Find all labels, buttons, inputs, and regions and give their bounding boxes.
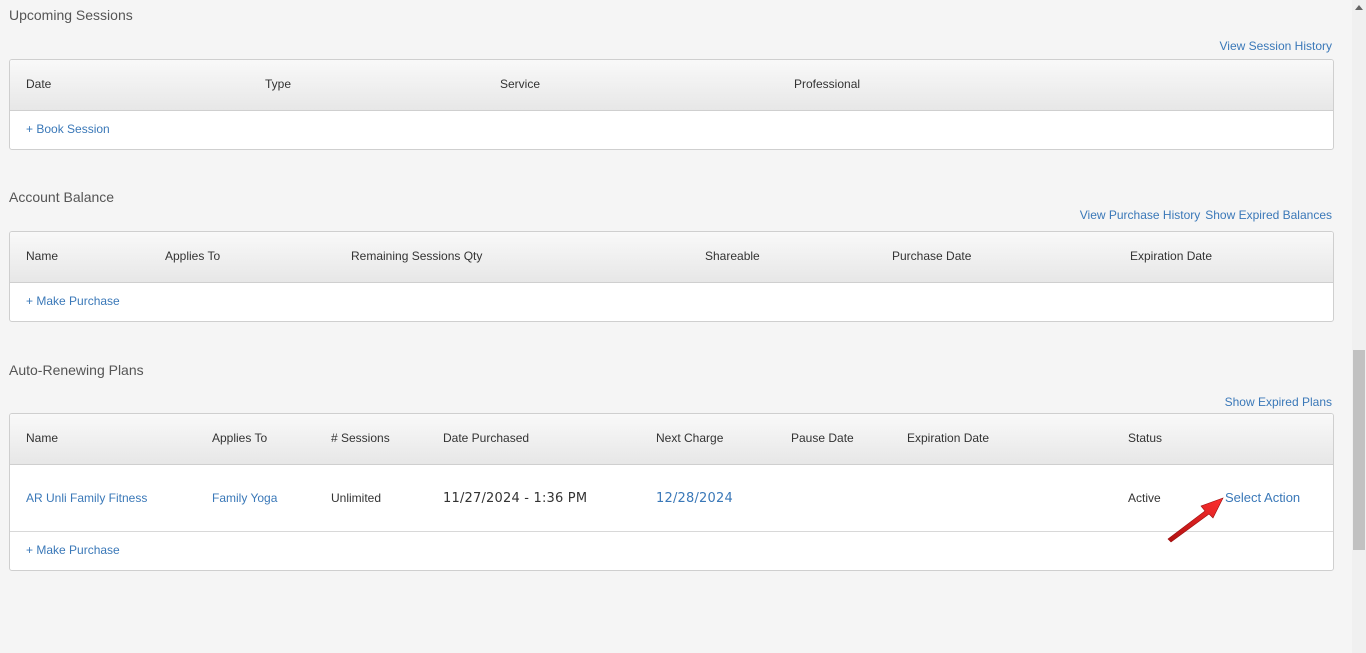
show-expired-balances-link[interactable]: Show Expired Balances [1205, 208, 1332, 222]
select-action-button[interactable]: Select Action [1225, 490, 1300, 505]
make-purchase-link[interactable]: + Make Purchase [26, 543, 120, 557]
col-applies-to: Applies To [212, 431, 268, 445]
client-profile-page: Upcoming Sessions View Session History D… [0, 0, 1366, 653]
col-next-charge: Next Charge [656, 431, 724, 445]
book-session-link[interactable]: + Book Session [26, 122, 110, 136]
vertical-scrollbar[interactable] [1352, 0, 1366, 653]
col-pause-date: Pause Date [791, 431, 854, 445]
upcoming-sessions-title: Upcoming Sessions [9, 7, 133, 23]
col-professional: Professional [794, 77, 861, 91]
col-type: Type [265, 77, 292, 91]
account-balance-links: View Purchase History Show Expired Balanc… [1080, 208, 1332, 222]
col-purchase-date: Purchase Date [892, 249, 972, 263]
col-remaining-sessions: Remaining Sessions Qty [351, 249, 483, 263]
plan-name-link[interactable]: AR Unli Family Fitness [26, 491, 147, 505]
view-session-history-link[interactable]: View Session History [1220, 39, 1333, 53]
auto-renewing-plans-panel: Name Applies To # Sessions Date Purchase… [9, 413, 1334, 571]
upcoming-sessions-footer: + Book Session [10, 111, 1333, 149]
show-expired-plans-link[interactable]: Show Expired Plans [1225, 395, 1332, 409]
make-purchase-link[interactable]: + Make Purchase [26, 294, 120, 308]
sessions-value: Unlimited [331, 491, 382, 505]
col-expiration-date: Expiration Date [1130, 249, 1213, 263]
auto-renewing-plans-title: Auto-Renewing Plans [9, 362, 144, 378]
scroll-up-arrow-icon[interactable] [1355, 5, 1363, 10]
col-date: Date [26, 77, 52, 91]
next-charge-link[interactable]: 12/28/2024 [656, 491, 733, 506]
col-expiration-date: Expiration Date [907, 431, 990, 445]
auto-renewing-plans-footer: + Make Purchase [10, 532, 1333, 570]
upcoming-sessions-header: Date Type Service Professional [10, 60, 1333, 111]
upcoming-sessions-panel: Date Type Service Professional + Book Se… [9, 59, 1334, 150]
table-row: AR Unli Family Fitness Family Yoga Unlim… [10, 465, 1333, 532]
red-arrow-icon [1167, 497, 1224, 543]
status-value: Active [1128, 491, 1161, 505]
col-name: Name [26, 249, 59, 263]
col-service: Service [500, 77, 541, 91]
col-shareable: Shareable [705, 249, 760, 263]
view-purchase-history-link[interactable]: View Purchase History [1080, 208, 1201, 222]
account-balance-title: Account Balance [9, 189, 115, 205]
col-name: Name [26, 431, 59, 445]
col-applies-to: Applies To [165, 249, 221, 263]
account-balance-panel: Name Applies To Remaining Sessions Qty S… [9, 231, 1334, 322]
col-status: Status [1128, 431, 1163, 445]
auto-renewing-plans-header: Name Applies To # Sessions Date Purchase… [10, 414, 1333, 465]
applies-to-link[interactable]: Family Yoga [212, 491, 277, 505]
account-balance-header: Name Applies To Remaining Sessions Qty S… [10, 232, 1333, 283]
account-balance-footer: + Make Purchase [10, 283, 1333, 321]
date-purchased-value: 11/27/2024 - 1:36 PM [443, 491, 588, 506]
col-sessions: # Sessions [331, 431, 390, 445]
col-date-purchased: Date Purchased [443, 431, 530, 445]
scrollbar-thumb[interactable] [1353, 350, 1365, 550]
